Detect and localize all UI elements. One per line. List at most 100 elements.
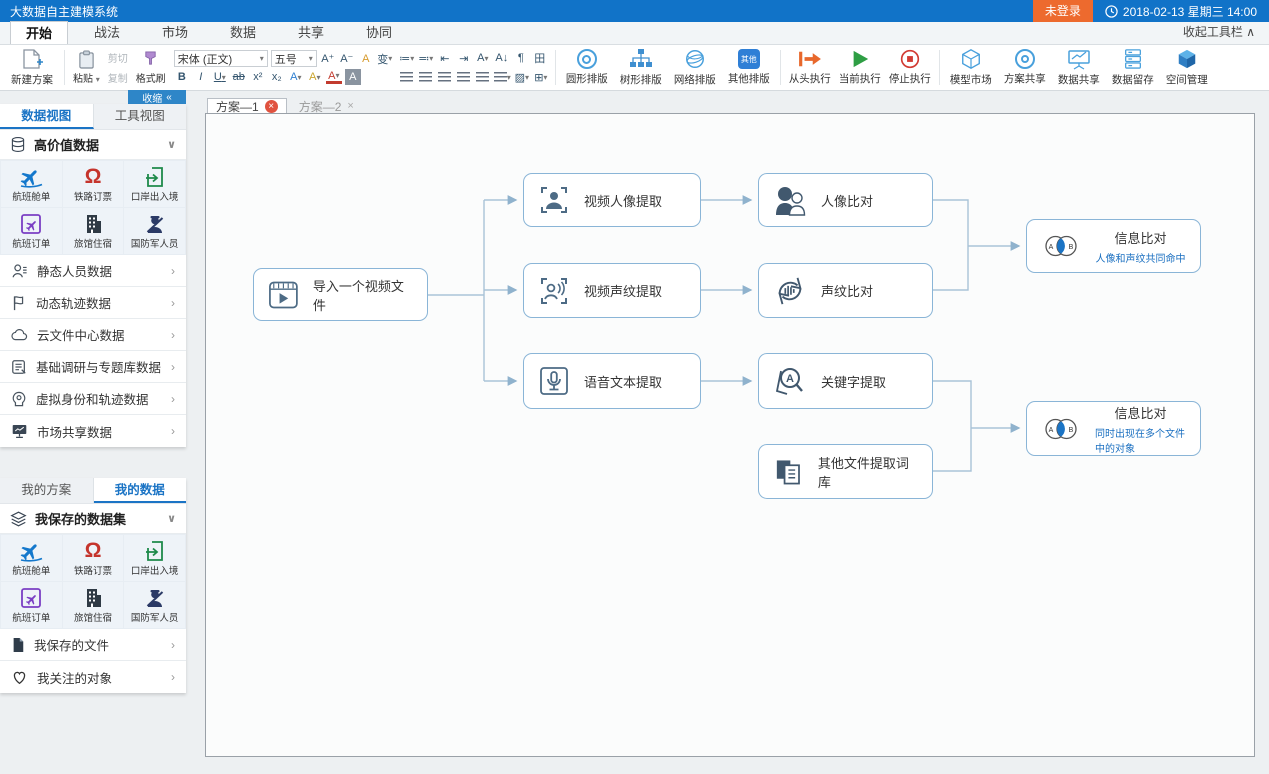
- dataset-railway-ticket[interactable]: Ω 铁路订票: [63, 161, 124, 207]
- plan-tab-2[interactable]: 方案—2 ×: [291, 98, 362, 114]
- section-my-saved-datasets[interactable]: 我保存的数据集 ∨: [0, 504, 186, 534]
- plan-share-button[interactable]: 方案共享: [998, 47, 1052, 88]
- superscript-button[interactable]: x²: [250, 69, 266, 85]
- dataset-hotel-stay[interactable]: 旅馆住宿: [63, 582, 124, 628]
- data-share-button[interactable]: 数据共享: [1052, 47, 1106, 88]
- highlight-button[interactable]: A▾: [307, 69, 323, 85]
- sidebar-item-dynamic-track-data[interactable]: 动态轨迹数据›: [0, 287, 186, 319]
- sidebar-item-market-shared-data[interactable]: 市场共享数据›: [0, 415, 186, 447]
- phonetic-button[interactable]: 变▾: [377, 51, 393, 67]
- char-shading-button[interactable]: A: [345, 69, 361, 85]
- close-tab-icon[interactable]: ×: [265, 100, 278, 113]
- paste-button[interactable]: 粘贴 ▾: [71, 49, 102, 86]
- ribbon-tab-start[interactable]: 开始: [10, 21, 68, 44]
- clear-format-button[interactable]: A: [358, 51, 374, 67]
- new-plan-button[interactable]: 新建方案: [4, 47, 60, 88]
- indent-button[interactable]: ⇥: [456, 50, 472, 66]
- flow-node-face-compare[interactable]: 人像比对: [758, 173, 933, 227]
- dataset-border-entry-exit[interactable]: 口岸出入境: [124, 535, 185, 581]
- dataset-flight-order[interactable]: 航班订单: [1, 582, 62, 628]
- dataset-flight-manifest[interactable]: 航班舱单: [1, 535, 62, 581]
- sidebar-item-virtual-identity-data[interactable]: 虚拟身份和轨迹数据›: [0, 383, 186, 415]
- text-effects-button[interactable]: A▾: [288, 69, 304, 85]
- login-status-badge[interactable]: 未登录: [1033, 0, 1093, 22]
- flow-node-voiceprint-compare[interactable]: 声纹比对: [758, 263, 933, 318]
- data-retain-button[interactable]: 数据留存: [1106, 47, 1160, 88]
- other-layout-button[interactable]: 其他 其他排版: [722, 47, 776, 88]
- ribbon-tab-data[interactable]: 数据: [214, 21, 272, 44]
- sidebar-item-static-person-data[interactable]: 静态人员数据›: [0, 255, 186, 287]
- ribbon-tab-tactics[interactable]: 战法: [78, 21, 136, 44]
- dataset-military-personnel[interactable]: 国防军人员: [124, 208, 185, 254]
- align-left-button[interactable]: [399, 69, 415, 85]
- underline-button[interactable]: U▾: [212, 69, 228, 85]
- dataset-flight-manifest[interactable]: 航班舱单: [1, 161, 62, 207]
- ribbon-tab-share[interactable]: 共享: [282, 21, 340, 44]
- network-layout-button[interactable]: 网络排版: [668, 47, 722, 88]
- dataset-border-entry-exit[interactable]: 口岸出入境: [124, 161, 185, 207]
- font-color-button[interactable]: A▾: [326, 71, 342, 84]
- outdent-button[interactable]: ⇤: [437, 50, 453, 66]
- bold-button[interactable]: B: [174, 69, 190, 85]
- cloud-icon: [11, 327, 28, 342]
- ribbon-tab-market[interactable]: 市场: [146, 21, 204, 44]
- grow-font-button[interactable]: A⁺: [320, 51, 336, 67]
- section-high-value-data[interactable]: 高价值数据 ∨: [0, 130, 186, 160]
- tab-my-plans[interactable]: 我的方案: [0, 478, 94, 503]
- align-right-button[interactable]: [437, 69, 453, 85]
- flow-node-speech-to-text-extract[interactable]: 语音文本提取: [523, 353, 701, 409]
- italic-button[interactable]: I: [193, 69, 209, 85]
- stop-run-button[interactable]: 停止执行: [885, 47, 935, 88]
- shading-button[interactable]: ▨▾: [514, 69, 530, 85]
- dataset-flight-order[interactable]: 航班订单: [1, 208, 62, 254]
- sidebar-item-my-saved-files[interactable]: 我保存的文件›: [0, 629, 186, 661]
- dataset-railway-ticket[interactable]: Ω 铁路订票: [63, 535, 124, 581]
- sidebar-item-my-followed-objects[interactable]: 我关注的对象›: [0, 661, 186, 693]
- run-from-start-button[interactable]: 从头执行: [785, 47, 835, 88]
- font-family-select[interactable]: 宋体 (正文)▾: [174, 50, 268, 67]
- table-button[interactable]: 田: [532, 50, 548, 66]
- close-tab-icon[interactable]: ×: [347, 100, 353, 112]
- tab-my-data[interactable]: 我的数据: [94, 478, 187, 503]
- asian-layout-button[interactable]: A▾: [475, 50, 491, 66]
- line-spacing-button[interactable]: ▾: [494, 69, 511, 85]
- strikethrough-button[interactable]: ab: [231, 69, 247, 85]
- sidebar-item-cloud-file-data[interactable]: 云文件中心数据›: [0, 319, 186, 351]
- tab-tool-view[interactable]: 工具视图: [94, 104, 187, 129]
- tab-data-view[interactable]: 数据视图: [0, 104, 94, 129]
- number-list-button[interactable]: ≕▾: [418, 50, 434, 66]
- flow-node-video-face-extract[interactable]: 视频人像提取: [523, 173, 701, 227]
- bullet-list-button[interactable]: ≔▾: [399, 50, 415, 66]
- flow-node-info-compare-2[interactable]: AB 信息比对 同时出现在多个文件中的对象: [1026, 401, 1201, 456]
- font-size-select[interactable]: 五号▾: [271, 50, 317, 67]
- flow-canvas[interactable]: 导入一个视频文件 视频人像提取 视频声纹提取 语音文本提取 人像比对 声纹比对 …: [205, 113, 1255, 757]
- space-manage-button[interactable]: 空间管理: [1160, 47, 1214, 88]
- pilcrow-button[interactable]: ¶: [513, 50, 529, 66]
- shrink-font-button[interactable]: A⁻: [339, 51, 355, 67]
- model-market-button[interactable]: 模型市场: [944, 47, 998, 88]
- sort-button[interactable]: A↓: [494, 50, 510, 66]
- copy-button[interactable]: 复制: [108, 70, 128, 85]
- flow-node-video-voiceprint-extract[interactable]: 视频声纹提取: [523, 263, 701, 318]
- flow-node-other-files-lexicon[interactable]: 其他文件提取词库: [758, 444, 933, 499]
- format-painter-button[interactable]: 格式刷: [134, 49, 168, 86]
- collapse-toolbar-button[interactable]: 收起工具栏 ∧: [1183, 21, 1269, 44]
- cut-button[interactable]: 剪切: [108, 50, 128, 65]
- dataset-hotel-stay[interactable]: 旅馆住宿: [63, 208, 124, 254]
- sidebar-collapse-button[interactable]: 收缩«: [128, 90, 186, 104]
- borders-button[interactable]: ⊞▾: [533, 69, 549, 85]
- align-center-button[interactable]: [418, 69, 434, 85]
- tree-layout-button[interactable]: 树形排版: [614, 47, 668, 88]
- flow-node-keyword-extract[interactable]: A 关键字提取: [758, 353, 933, 409]
- subscript-button[interactable]: x₂: [269, 69, 285, 85]
- ribbon-tab-collab[interactable]: 协同: [350, 21, 408, 44]
- plan-tab-1[interactable]: 方案—1 ×: [207, 98, 287, 114]
- justify-button[interactable]: [456, 69, 472, 85]
- flow-node-import-video[interactable]: 导入一个视频文件: [253, 268, 428, 321]
- dataset-military-personnel[interactable]: 国防军人员: [124, 582, 185, 628]
- flow-node-info-compare-1[interactable]: AB 信息比对 人像和声纹共同命中: [1026, 219, 1201, 273]
- circle-layout-button[interactable]: 圆形排版: [560, 47, 614, 88]
- run-current-button[interactable]: 当前执行: [835, 47, 885, 88]
- distribute-button[interactable]: [475, 69, 491, 85]
- sidebar-item-survey-topic-data[interactable]: 基础调研与专题库数据›: [0, 351, 186, 383]
